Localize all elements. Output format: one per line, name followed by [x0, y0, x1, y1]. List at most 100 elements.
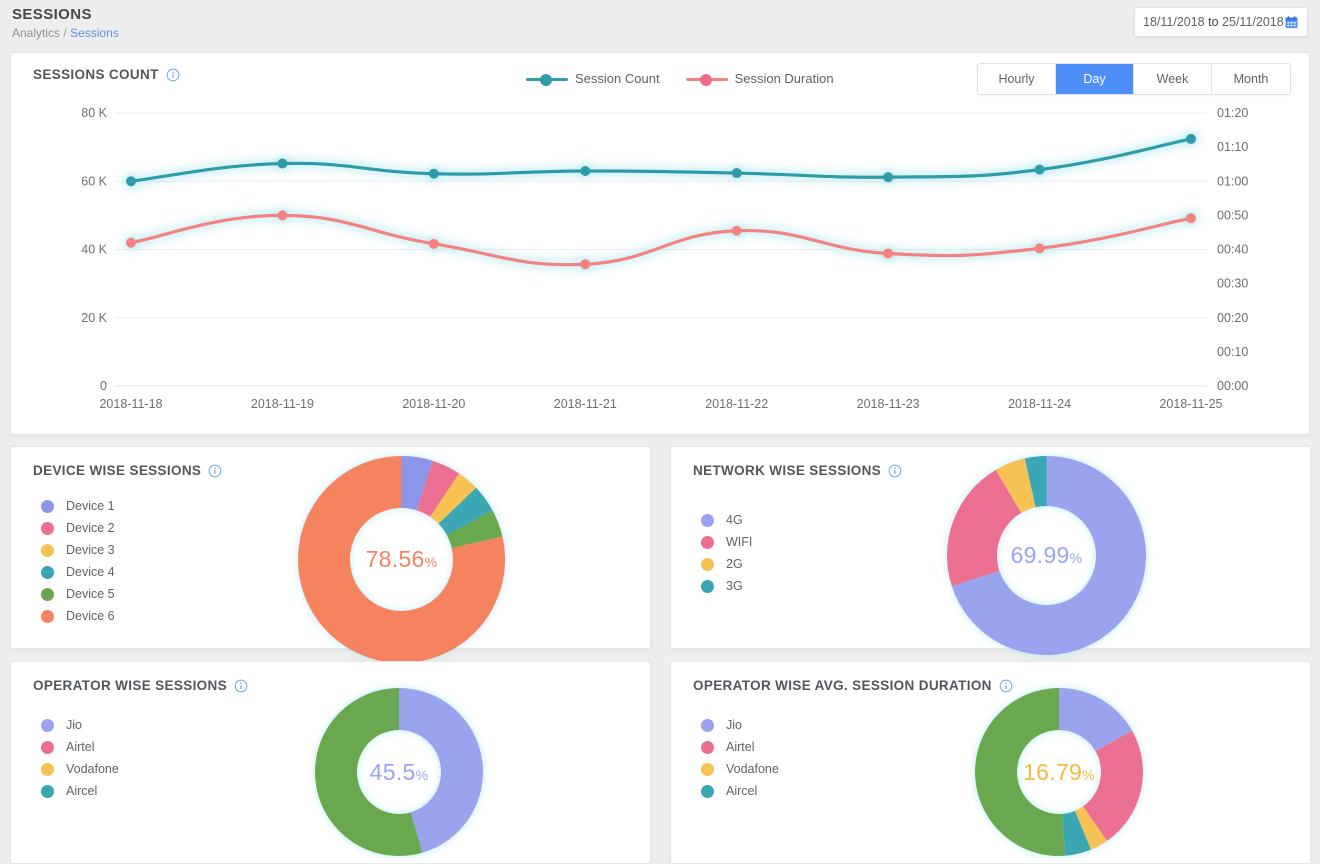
operator-donut-chart[interactable]: 45.5%: [311, 684, 487, 860]
sessions-line-chart: 0 20 K 40 K 60 K 80 K 00:00 00:10 00:20 00:30 00:…: [11, 91, 1311, 434]
svg-text:2018-11-19: 2018-11-19: [251, 397, 314, 411]
legend-label-device-3: Device 3: [66, 543, 115, 557]
legend-label-jio-duration: Jio: [726, 718, 742, 732]
legend-label-4g: 4G: [726, 513, 743, 527]
device-donut-svg: [298, 456, 505, 663]
svg-text:2018-11-21: 2018-11-21: [554, 397, 617, 411]
legend-swatch-aircel-duration: [701, 784, 714, 798]
line-chart-legend: Session Count Session Duration: [526, 71, 834, 86]
info-icon[interactable]: [888, 464, 902, 478]
opdur-legend: Jio Airtel Vodafone Aircel: [701, 714, 779, 802]
legend-marker-session-count: [526, 72, 568, 86]
legend-label-aircel: Aircel: [66, 784, 98, 798]
info-icon[interactable]: [208, 464, 222, 478]
legend-item-device-5[interactable]: Device 5: [41, 583, 115, 605]
legend-swatch-wifi: [701, 535, 714, 549]
calendar-icon[interactable]: [1284, 15, 1299, 30]
donut-slice[interactable]: [974, 688, 1066, 856]
period-button-hourly[interactable]: Hourly: [978, 64, 1056, 94]
legend-swatch-vodafone-duration: [701, 762, 714, 776]
network-donut-chart[interactable]: 69.99%: [943, 452, 1150, 659]
operator-panel-title-row: OPERATOR WISE SESSIONS: [33, 678, 248, 693]
legend-swatch-airtel: [41, 740, 54, 754]
legend-item-aircel-duration[interactable]: Aircel: [701, 780, 779, 802]
legend-item-device-4[interactable]: Device 4: [41, 561, 115, 583]
svg-text:00:20: 00:20: [1217, 311, 1248, 325]
legend-item-device-2[interactable]: Device 2: [41, 517, 115, 539]
legend-swatch-device-5: [41, 587, 54, 601]
legend-label-2g: 2G: [726, 557, 743, 571]
legend-item-2g[interactable]: 2G: [701, 553, 752, 575]
legend-swatch-3g: [701, 579, 714, 593]
svg-text:00:50: 00:50: [1217, 208, 1248, 222]
network-wise-sessions-panel: NETWORK WISE SESSIONS 4G WIFI 2G 3G 69.9…: [670, 446, 1311, 655]
legend-item-airtel-duration[interactable]: Airtel: [701, 736, 779, 758]
breadcrumb-root[interactable]: Analytics: [12, 26, 60, 40]
info-icon[interactable]: [166, 68, 180, 82]
opdur-donut-chart[interactable]: 16.79%: [971, 684, 1147, 860]
opdur-panel-title: OPERATOR WISE AVG. SESSION DURATION: [693, 678, 992, 693]
svg-text:2018-11-25: 2018-11-25: [1159, 397, 1222, 411]
breadcrumb-current[interactable]: Sessions: [70, 26, 119, 40]
legend-swatch-airtel-duration: [701, 740, 714, 754]
period-button-day[interactable]: Day: [1056, 64, 1134, 94]
date-range-picker[interactable]: 18/11/2018 to 25/11/2018: [1134, 7, 1308, 37]
legend-label-3g: 3G: [726, 579, 743, 593]
legend-item-session-count[interactable]: Session Count: [526, 71, 660, 86]
legend-swatch-jio-duration: [701, 718, 714, 732]
legend-item-aircel[interactable]: Aircel: [41, 780, 119, 802]
legend-item-jio-duration[interactable]: Jio: [701, 714, 779, 736]
legend-item-wifi[interactable]: WIFI: [701, 531, 752, 553]
legend-label-device-5: Device 5: [66, 587, 115, 601]
legend-item-airtel[interactable]: Airtel: [41, 736, 119, 758]
period-button-week[interactable]: Week: [1134, 64, 1212, 94]
svg-text:40 K: 40 K: [81, 243, 107, 257]
info-icon[interactable]: [234, 679, 248, 693]
operator-legend: Jio Airtel Vodafone Aircel: [41, 714, 119, 802]
sessions-count-panel: SESSIONS COUNT Session Count Session Dur…: [10, 52, 1310, 435]
date-range-text: 18/11/2018 to 25/11/2018: [1143, 15, 1284, 29]
legend-swatch-aircel: [41, 784, 54, 798]
svg-text:2018-11-24: 2018-11-24: [1008, 397, 1071, 411]
svg-text:00:40: 00:40: [1217, 243, 1248, 257]
legend-item-device-3[interactable]: Device 3: [41, 539, 115, 561]
svg-text:00:30: 00:30: [1217, 277, 1248, 291]
sessions-count-title-row: SESSIONS COUNT: [33, 67, 180, 82]
date-range-joiner: to: [1208, 15, 1219, 29]
legend-item-jio[interactable]: Jio: [41, 714, 119, 736]
legend-label-wifi: WIFI: [726, 535, 753, 549]
svg-text:80 K: 80 K: [81, 106, 107, 120]
legend-label-airtel: Airtel: [66, 740, 95, 754]
operator-panel-title: OPERATOR WISE SESSIONS: [33, 678, 227, 693]
device-panel-title-row: DEVICE WISE SESSIONS: [33, 463, 222, 478]
legend-label-jio: Jio: [66, 718, 82, 732]
period-button-month[interactable]: Month: [1212, 64, 1290, 94]
legend-item-device-1[interactable]: Device 1: [41, 495, 115, 517]
breadcrumb: Analytics / Sessions: [12, 26, 1308, 40]
device-donut-chart[interactable]: 78.56%: [294, 452, 509, 667]
opdur-donut-svg: [974, 688, 1143, 856]
page-header: SESSIONS Analytics / Sessions 18/11/2018…: [0, 0, 1320, 48]
device-wise-sessions-panel: DEVICE WISE SESSIONS Device 1 Device 2 D…: [10, 446, 651, 663]
operator-avg-duration-panel: OPERATOR WISE AVG. SESSION DURATION Jio …: [670, 661, 1311, 864]
legend-swatch-device-6: [41, 609, 54, 623]
legend-swatch-device-2: [41, 521, 54, 535]
legend-label-airtel-duration: Airtel: [726, 740, 755, 754]
legend-item-session-duration[interactable]: Session Duration: [685, 71, 834, 86]
legend-item-vodafone-duration[interactable]: Vodafone: [701, 758, 779, 780]
legend-item-3g[interactable]: 3G: [701, 575, 752, 597]
legend-item-device-6[interactable]: Device 6: [41, 605, 115, 627]
legend-label-aircel-duration: Aircel: [726, 784, 758, 798]
svg-text:2018-11-20: 2018-11-20: [402, 397, 465, 411]
legend-swatch-jio: [41, 718, 54, 732]
legend-swatch-device-1: [41, 499, 54, 513]
opdur-panel-title-row: OPERATOR WISE AVG. SESSION DURATION: [693, 678, 1013, 693]
device-panel-title: DEVICE WISE SESSIONS: [33, 463, 202, 478]
legend-label-device-4: Device 4: [66, 565, 115, 579]
legend-item-vodafone[interactable]: Vodafone: [41, 758, 119, 780]
device-legend: Device 1 Device 2 Device 3 Device 4 Devi…: [41, 495, 115, 627]
legend-swatch-vodafone: [41, 762, 54, 776]
legend-item-4g[interactable]: 4G: [701, 509, 752, 531]
legend-swatch-device-4: [41, 565, 54, 579]
legend-label-vodafone: Vodafone: [66, 762, 119, 776]
